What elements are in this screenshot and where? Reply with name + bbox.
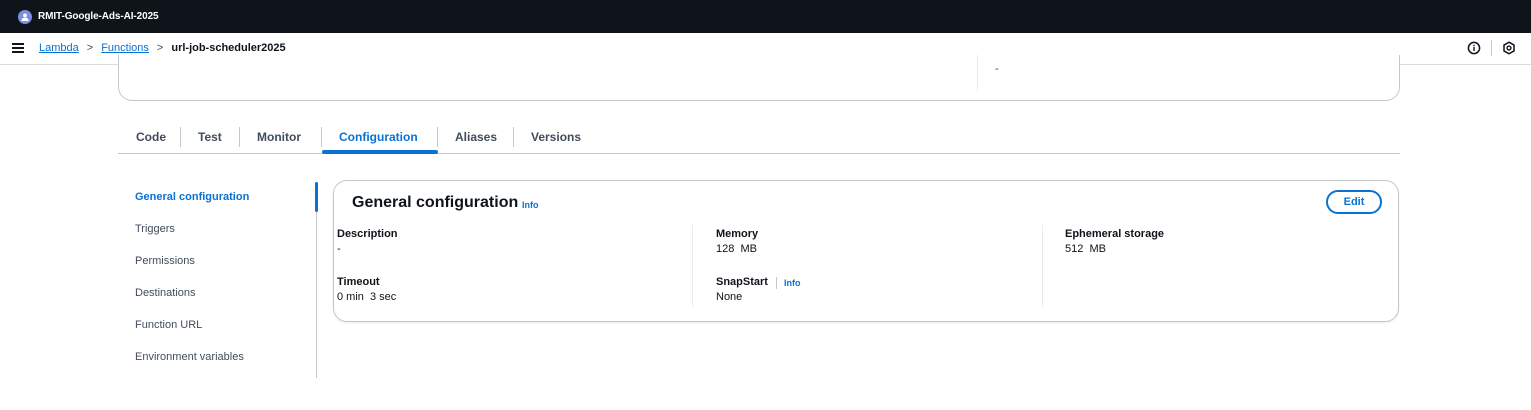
tab-separator <box>180 127 181 147</box>
snapstart-value: None <box>716 291 743 303</box>
account-icon <box>18 9 32 24</box>
sidenav-active-indicator <box>315 182 318 212</box>
sidenav-environment-variables[interactable]: Environment variables <box>135 351 244 363</box>
tab-versions[interactable]: Versions <box>531 121 581 153</box>
active-tab-indicator <box>322 150 438 154</box>
tab-aliases[interactable]: Aliases <box>455 121 497 153</box>
overview-value: - <box>995 63 999 75</box>
breadcrumb-separator: > <box>86 42 94 54</box>
sidenav-destinations[interactable]: Destinations <box>135 287 196 299</box>
general-config-info-link[interactable]: Info <box>522 200 539 210</box>
breadcrumb-functions[interactable]: Functions <box>101 42 149 54</box>
function-tabs: Code Test Monitor Configuration Aliases … <box>118 121 1400 154</box>
tab-code[interactable]: Code <box>136 121 166 153</box>
function-overview-card: - <box>118 55 1400 101</box>
timeout-value: 0 min 3 sec <box>337 291 397 303</box>
column-divider <box>692 225 693 307</box>
ephemeral-storage-value: 512 MB <box>1065 243 1106 255</box>
breadcrumb: Lambda > Functions > url-job-scheduler20… <box>39 42 286 54</box>
tab-configuration[interactable]: Configuration <box>339 121 418 153</box>
tab-monitor[interactable]: Monitor <box>257 121 301 153</box>
ephemeral-storage-label: Ephemeral storage <box>1065 228 1165 240</box>
tab-separator <box>437 127 438 147</box>
nav-divider <box>1491 40 1492 56</box>
sidenav-general-configuration[interactable]: General configuration <box>135 191 249 203</box>
sidenav-function-url[interactable]: Function URL <box>135 319 202 331</box>
breadcrumb-separator: > <box>156 42 164 54</box>
sidenav-permissions[interactable]: Permissions <box>135 255 195 267</box>
tab-separator <box>513 127 514 147</box>
settings-icon[interactable] <box>1501 40 1517 56</box>
snapstart-label: SnapStart <box>716 276 768 288</box>
info-circle-icon[interactable] <box>1466 40 1482 56</box>
tab-test[interactable]: Test <box>198 121 222 153</box>
description-label: Description <box>337 228 398 240</box>
breadcrumb-current-function: url-job-scheduler2025 <box>171 42 286 54</box>
memory-label: Memory <box>716 228 759 240</box>
edit-button[interactable]: Edit <box>1326 190 1382 214</box>
account-name[interactable]: RMIT-Google-Ads-AI-2025 <box>38 11 159 22</box>
snapstart-info-link[interactable]: Info <box>784 278 801 288</box>
memory-value: 128 MB <box>716 243 757 255</box>
overview-column-divider <box>977 55 978 91</box>
top-account-bar: RMIT-Google-Ads-AI-2025 <box>0 0 1531 33</box>
tab-separator <box>239 127 240 147</box>
snapstart-separator <box>776 277 777 289</box>
nav-right-tools <box>1466 40 1517 56</box>
sidenav-triggers[interactable]: Triggers <box>135 223 175 235</box>
card-title: General configuration <box>352 194 519 211</box>
timeout-label: Timeout <box>337 276 380 288</box>
breadcrumb-lambda[interactable]: Lambda <box>39 42 79 54</box>
general-configuration-card: General configuration Info Edit Descript… <box>333 180 1399 322</box>
description-value: - <box>337 243 341 255</box>
tab-separator <box>321 127 322 147</box>
column-divider <box>1042 225 1043 307</box>
hamburger-icon[interactable] <box>12 42 24 54</box>
